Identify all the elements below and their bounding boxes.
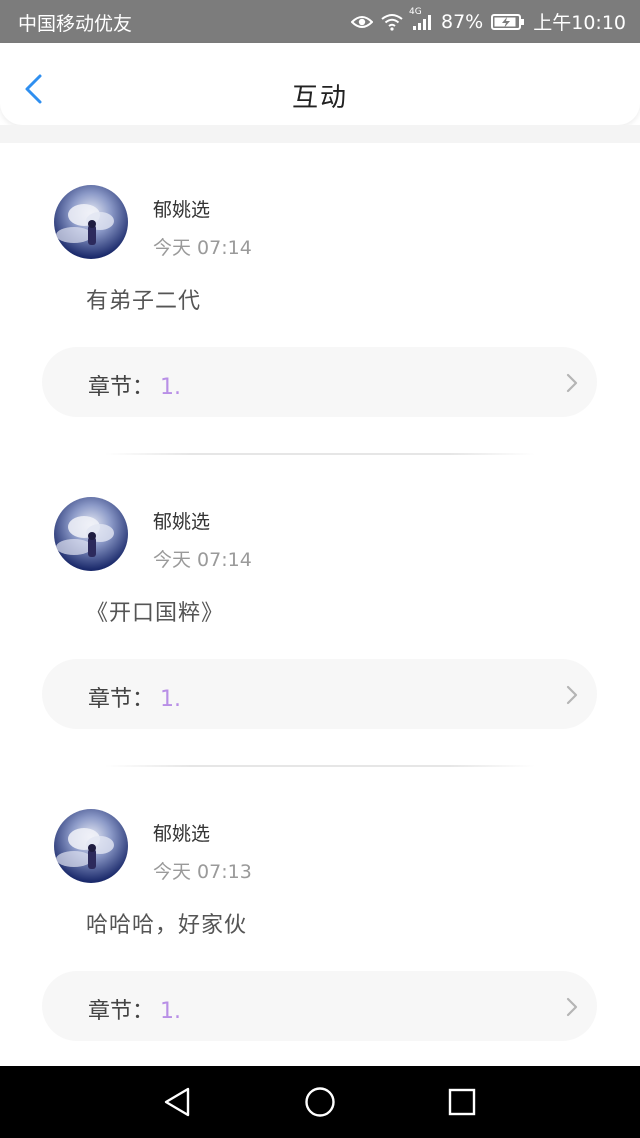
- status-icons: 4G 87% 上午10:10: [351, 7, 626, 35]
- triangle-back-icon: [162, 1087, 194, 1122]
- chapter-value: 1.: [160, 687, 182, 712]
- chevron-right-icon: [565, 685, 579, 705]
- page-title: 互动: [291, 83, 348, 113]
- post-content: 哈哈哈，好家伙: [86, 913, 248, 938]
- header: 互动: [0, 43, 640, 125]
- signal-icon: 4G: [409, 7, 433, 31]
- chapter-link[interactable]: 章节： 1.: [42, 971, 597, 1041]
- post-time: 今天 07:14: [153, 549, 252, 571]
- circle-home-icon: [304, 1087, 336, 1122]
- battery-percent: 87%: [441, 10, 484, 33]
- interaction-feed[interactable]: 郁姚选 今天 07:14 有弟子二代 章节： 1. 郁姚选 今天 07:14 《开…: [0, 143, 640, 1079]
- square-recents-icon: [446, 1088, 478, 1122]
- chapter-link[interactable]: 章节： 1.: [42, 347, 597, 417]
- chapter-link[interactable]: 章节： 1.: [42, 659, 597, 729]
- post-content: 有弟子二代: [86, 289, 202, 314]
- post-item: 郁姚选 今天 07:14 《开口国粹》 章节： 1.: [0, 455, 640, 767]
- nav-back-button[interactable]: [162, 1086, 194, 1118]
- status-bar: 中国移动优友 4G 87% 上午10:10: [0, 0, 640, 43]
- post-item: 郁姚选 今天 07:13 哈哈哈，好家伙 章节： 1.: [0, 767, 640, 1079]
- clock: 上午10:10: [533, 12, 626, 34]
- network-type: 4G: [409, 6, 422, 17]
- nav-recents-button[interactable]: [446, 1086, 478, 1118]
- chapter-label: 章节： 1.: [88, 375, 182, 400]
- nav-home-button[interactable]: [304, 1086, 336, 1118]
- chapter-label: 章节： 1.: [88, 999, 182, 1024]
- chapter-value: 1.: [160, 375, 182, 400]
- avatar[interactable]: [54, 809, 128, 883]
- battery-icon: [491, 13, 525, 31]
- avatar[interactable]: [54, 497, 128, 571]
- username[interactable]: 郁姚选: [153, 507, 210, 534]
- chapter-value: 1.: [160, 999, 182, 1024]
- chapter-label: 章节： 1.: [88, 687, 182, 712]
- chevron-right-icon: [565, 373, 579, 393]
- username[interactable]: 郁姚选: [153, 195, 210, 222]
- post-time: 今天 07:14: [153, 237, 252, 259]
- wifi-icon: [381, 13, 403, 31]
- carrier-name: 中国移动优友: [18, 13, 133, 35]
- eye-icon: [351, 14, 373, 30]
- username[interactable]: 郁姚选: [153, 819, 210, 846]
- post-content: 《开口国粹》: [86, 601, 225, 626]
- chevron-right-icon: [565, 997, 579, 1017]
- header-separator: [0, 125, 640, 143]
- navigation-bar: [0, 1066, 640, 1138]
- post-time: 今天 07:13: [153, 861, 252, 883]
- avatar[interactable]: [54, 185, 128, 259]
- post-item: 郁姚选 今天 07:14 有弟子二代 章节： 1.: [0, 143, 640, 455]
